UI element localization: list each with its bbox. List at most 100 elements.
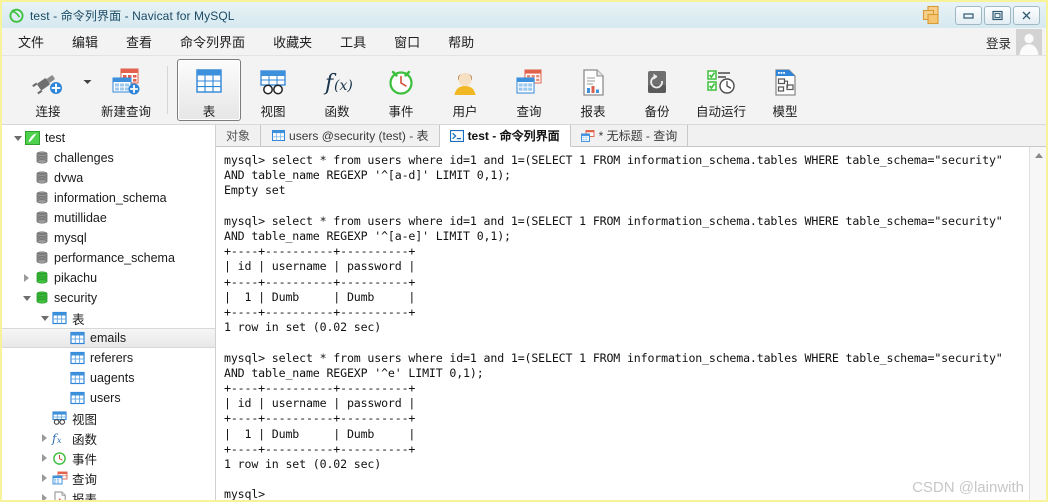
sidebar-item-label: information_schema xyxy=(54,191,167,205)
toolbar-view-label: 视图 xyxy=(260,105,286,119)
body-split: test challenges dvwa information_schema xyxy=(2,125,1046,500)
report-icon xyxy=(51,491,68,500)
console-output[interactable]: mysql> select * from users where id=1 an… xyxy=(216,147,1029,500)
tab-command-console[interactable]: test - 命令列界面 xyxy=(439,125,571,147)
query-icon xyxy=(513,64,545,99)
twisty-open-icon[interactable] xyxy=(38,315,51,321)
toolbar-backup[interactable]: 备份 xyxy=(625,59,689,121)
close-button[interactable] xyxy=(1013,5,1040,25)
sidebar-item-label: referers xyxy=(90,351,134,365)
automation-icon xyxy=(704,64,738,99)
event-clock-icon xyxy=(385,64,417,99)
tab-untitled-query[interactable]: * 无标题 - 查询 xyxy=(570,125,689,146)
connection-dropdown-caret[interactable] xyxy=(80,59,94,121)
sidebar-item-queries[interactable]: 查询 xyxy=(2,468,215,488)
toolbar-query[interactable]: 查询 xyxy=(497,59,561,121)
minimize-button[interactable] xyxy=(955,5,982,25)
tab-objects[interactable]: 对象 xyxy=(216,125,262,146)
svg-text:x: x xyxy=(57,436,62,445)
tab-users-table[interactable]: users @security (test) - 表 xyxy=(261,125,440,146)
user-avatar-icon[interactable] xyxy=(1016,29,1042,55)
menu-item-edit[interactable]: 编辑 xyxy=(60,28,110,55)
database-gray-icon xyxy=(33,151,50,165)
sidebar-item-mysql[interactable]: mysql xyxy=(2,228,215,248)
toolbar-view[interactable]: 视图 xyxy=(241,59,305,121)
sidebar-item-emails[interactable]: emails xyxy=(2,328,215,348)
sidebar-item-events[interactable]: 事件 xyxy=(2,448,215,468)
toolbar-automation[interactable]: 自动运行 xyxy=(689,59,753,121)
menu-bar: 文件 编辑 查看 命令列界面 收藏夹 工具 窗口 帮助 登录 xyxy=(2,28,1046,56)
sidebar-item-uagents[interactable]: uagents xyxy=(2,368,215,388)
sidebar-item-mutillidae[interactable]: mutillidae xyxy=(2,208,215,228)
title-bar: test - 命令列界面 - Navicat for MySQL xyxy=(2,2,1046,28)
main-toolbar: 连接 新建查询 表 视图 f (x) 函数 事件 用户 查询 报表 备份 自动运… xyxy=(2,56,1046,125)
sidebar-item-pikachu[interactable]: pikachu xyxy=(2,268,215,288)
toolbar-automation-label: 自动运行 xyxy=(695,105,746,119)
login-area: 登录 xyxy=(986,28,1042,56)
sidebar-item-tables-folder[interactable]: 表 xyxy=(2,308,215,328)
toolbar-connection[interactable]: 连接 xyxy=(16,59,80,121)
maximize-button[interactable] xyxy=(984,5,1011,25)
user-icon xyxy=(449,64,481,99)
toolbar-event[interactable]: 事件 xyxy=(369,59,433,121)
tab-label: test - 命令列界面 xyxy=(467,129,560,143)
twisty-closed-icon[interactable] xyxy=(38,494,51,500)
sidebar-item-label: performance_schema xyxy=(54,251,175,265)
menu-item-file[interactable]: 文件 xyxy=(6,28,56,55)
toolbar-connection-label: 连接 xyxy=(35,105,61,119)
sidebar-item-label: test xyxy=(45,131,66,145)
menu-item-window[interactable]: 窗口 xyxy=(382,28,432,55)
sidebar-item-label: emails xyxy=(90,331,127,345)
scroll-up-arrow-icon[interactable] xyxy=(1030,147,1046,163)
database-green-icon xyxy=(33,291,50,305)
toolbar-new-query[interactable]: 新建查询 xyxy=(94,59,158,121)
table-folder-icon xyxy=(51,311,68,325)
sidebar-item-referers[interactable]: referers xyxy=(2,348,215,368)
twisty-closed-icon[interactable] xyxy=(38,454,51,462)
menu-item-console[interactable]: 命令列界面 xyxy=(168,28,257,55)
sidebar-item-performance-schema[interactable]: performance_schema xyxy=(2,248,215,268)
menu-item-favorites[interactable]: 收藏夹 xyxy=(261,28,324,55)
restore-windows-icon[interactable] xyxy=(922,5,944,25)
toolbar-divider-1 xyxy=(167,66,168,114)
connection-plug-icon xyxy=(31,64,65,99)
console-scrollbar[interactable] xyxy=(1029,147,1046,500)
sidebar-item-reports[interactable]: 报表 xyxy=(2,488,215,500)
twisty-open-icon[interactable] xyxy=(11,135,24,141)
sidebar-item-label: 表 xyxy=(72,312,85,327)
twisty-closed-icon[interactable] xyxy=(38,434,51,442)
toolbar-function[interactable]: f (x) 函数 xyxy=(305,59,369,121)
database-gray-icon xyxy=(33,231,50,245)
menu-item-help[interactable]: 帮助 xyxy=(436,28,486,55)
sidebar-item-functions[interactable]: fx 函数 xyxy=(2,428,215,448)
sidebar-item-views[interactable]: 视图 xyxy=(2,408,215,428)
toolbar-model[interactable]: 模型 xyxy=(753,59,817,121)
sidebar-item-users[interactable]: users xyxy=(2,388,215,408)
table-icon xyxy=(69,391,86,405)
toolbar-user[interactable]: 用户 xyxy=(433,59,497,121)
login-link[interactable]: 登录 xyxy=(986,33,1011,52)
menu-item-view[interactable]: 查看 xyxy=(114,28,164,55)
sidebar-item-information-schema[interactable]: information_schema xyxy=(2,188,215,208)
navicat-logo-icon xyxy=(9,8,24,23)
navicat-window: test - 命令列界面 - Navicat for MySQL 文件 编辑 查… xyxy=(0,0,1048,502)
toolbar-table[interactable]: 表 xyxy=(177,59,241,121)
sidebar-item-dvwa[interactable]: dvwa xyxy=(2,168,215,188)
object-tree-sidebar[interactable]: test challenges dvwa information_schema xyxy=(2,125,216,500)
table-icon xyxy=(69,351,86,365)
sidebar-item-label: users xyxy=(90,391,121,405)
twisty-closed-icon[interactable] xyxy=(38,474,51,482)
tab-label: 对象 xyxy=(226,129,251,143)
svg-text:(x): (x) xyxy=(334,78,353,94)
menu-item-tools[interactable]: 工具 xyxy=(328,28,378,55)
tab-label: users @security (test) - 表 xyxy=(289,129,429,143)
twisty-closed-icon[interactable] xyxy=(20,274,33,282)
sidebar-item-label: uagents xyxy=(90,371,135,385)
toolbar-report[interactable]: 报表 xyxy=(561,59,625,121)
sidebar-item-challenges[interactable]: challenges xyxy=(2,148,215,168)
twisty-open-icon[interactable] xyxy=(20,295,33,301)
sidebar-item-label: 事件 xyxy=(72,452,98,467)
database-gray-icon xyxy=(33,211,50,225)
sidebar-item-security[interactable]: security xyxy=(2,288,215,308)
sidebar-item-test[interactable]: test xyxy=(2,128,215,148)
